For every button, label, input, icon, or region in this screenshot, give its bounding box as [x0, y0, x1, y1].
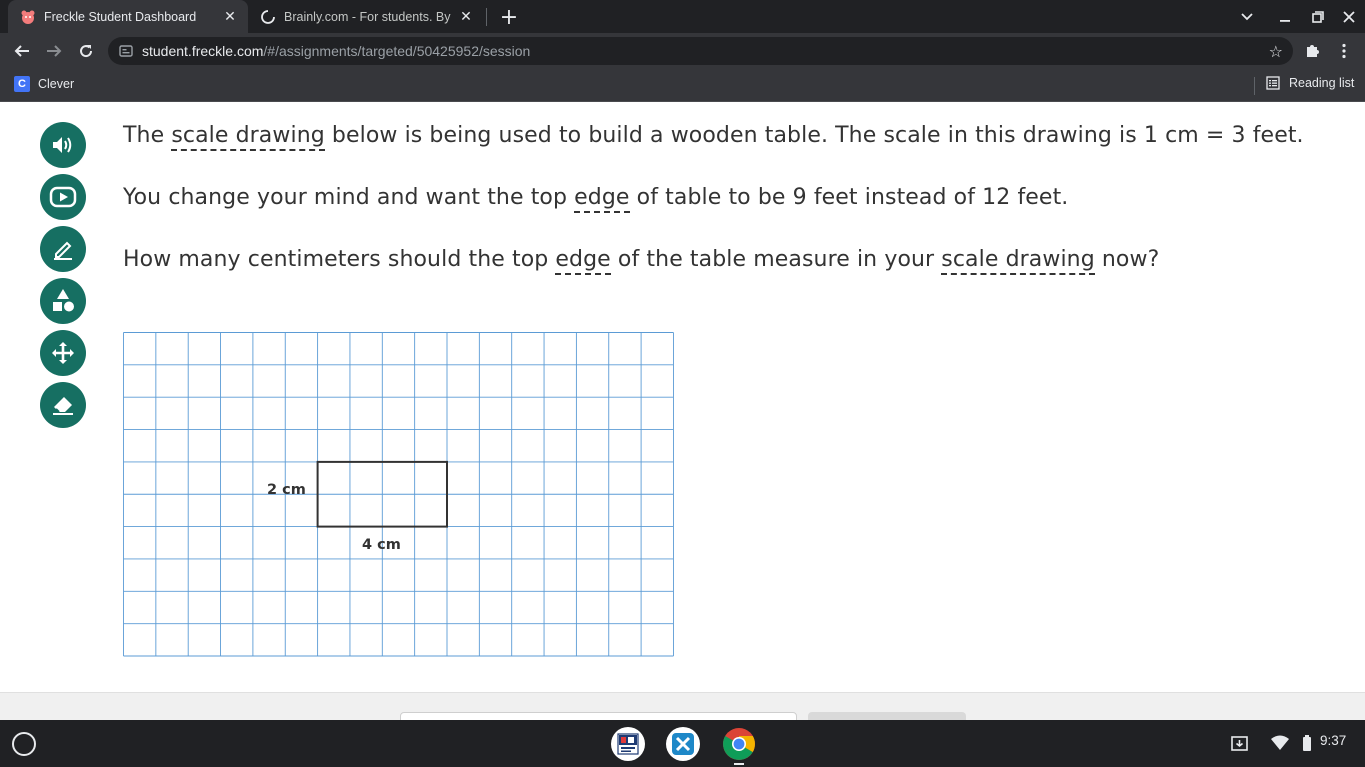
tab-search-chevron-icon[interactable] — [1234, 4, 1260, 30]
tab-strip: Freckle Student Dashboard ✕ Brainly.com … — [0, 0, 1365, 33]
tab-separator — [486, 8, 487, 26]
tab-title: Brainly.com - For students. By st — [284, 9, 454, 24]
question-text: now? — [1094, 247, 1160, 272]
pencil-icon — [51, 237, 75, 261]
close-tab-icon[interactable]: ✕ — [454, 5, 478, 29]
pencil-tool-button[interactable] — [40, 226, 86, 272]
bookmark-clever[interactable]: C Clever — [14, 76, 74, 92]
chrome-icon[interactable] — [722, 727, 756, 761]
new-tab-icon[interactable]: + — [496, 4, 522, 30]
graph-paper-grid — [123, 332, 674, 657]
bookmark-label: Clever — [38, 77, 75, 91]
restore-icon[interactable] — [1305, 4, 1331, 30]
browser-toolbar: student.freckle.com/#/assignments/target… — [0, 33, 1365, 69]
close-tab-icon[interactable]: ✕ — [218, 5, 242, 29]
clever-logo-icon: C — [14, 76, 30, 92]
reload-icon[interactable] — [72, 37, 100, 65]
nc-test-icon[interactable] — [611, 727, 645, 761]
address-bar[interactable]: student.freckle.com/#/assignments/target… — [108, 37, 1293, 65]
tab-freckle[interactable]: Freckle Student Dashboard ✕ — [8, 0, 248, 33]
move-tool-button[interactable] — [40, 330, 86, 376]
freckle-question-page: The scale drawing below is being used to… — [0, 102, 1365, 720]
eraser-icon — [50, 393, 76, 417]
speaker-icon — [51, 135, 75, 155]
vocab-term-edge[interactable]: edge — [555, 247, 611, 275]
question-text: How many centimeters should the top — [123, 247, 556, 272]
shapes-icon — [50, 288, 76, 314]
launcher-icon[interactable] — [12, 732, 36, 756]
active-app-indicator — [734, 763, 744, 765]
close-window-icon[interactable] — [1336, 4, 1362, 30]
reading-list-icon — [1266, 76, 1280, 90]
eraser-tool-button[interactable] — [40, 382, 86, 428]
shapes-tool-button[interactable] — [40, 278, 86, 324]
width-dimension-label: 4 cm — [362, 537, 401, 553]
submit-button[interactable] — [808, 712, 966, 720]
bookmarks-separator — [1254, 77, 1255, 95]
back-icon[interactable] — [8, 37, 36, 65]
vocab-term-scale-drawing[interactable]: scale drawing — [171, 123, 325, 151]
move-icon — [50, 340, 76, 366]
minimize-icon[interactable] — [1272, 4, 1298, 30]
scale-drawing-figure — [123, 332, 674, 661]
wifi-icon[interactable] — [1270, 735, 1290, 754]
height-dimension-label: 2 cm — [267, 482, 306, 498]
extensions-puzzle-icon[interactable] — [1298, 37, 1326, 65]
battery-icon[interactable] — [1303, 735, 1311, 754]
url-text: student.freckle.com/#/assignments/target… — [142, 43, 530, 59]
vocab-term-edge[interactable]: edge — [574, 185, 630, 213]
loading-spinner-icon — [260, 9, 276, 25]
clock-time[interactable]: 9:37 — [1320, 733, 1346, 748]
question-line-1: The scale drawing below is being used to… — [123, 123, 1304, 151]
reading-list-label: Reading list — [1289, 76, 1355, 90]
answer-input[interactable] — [400, 712, 797, 720]
tote-icon[interactable] — [1229, 734, 1249, 755]
tab-brainly[interactable]: Brainly.com - For students. By st ✕ — [252, 0, 484, 33]
reading-list-button[interactable]: Reading list — [1266, 76, 1354, 90]
bookmarks-bar: C Clever Reading list — [0, 69, 1365, 102]
url-path: /#/assignments/targeted/50425952/session — [263, 43, 531, 59]
question-line-3: How many centimeters should the top edge… — [123, 247, 1160, 275]
question-text: below is being used to build a wooden ta… — [324, 123, 1304, 148]
read-aloud-button[interactable] — [40, 122, 86, 168]
tab-title: Freckle Student Dashboard — [44, 9, 197, 24]
app-x-icon[interactable] — [666, 727, 700, 761]
question-text: of table to be 9 feet instead of 12 feet… — [629, 185, 1069, 210]
forward-icon[interactable] — [40, 37, 68, 65]
menu-kebab-icon[interactable] — [1330, 37, 1358, 65]
video-button[interactable] — [40, 174, 86, 220]
vocab-term-scale-drawing[interactable]: scale drawing — [941, 247, 1095, 275]
bookmark-star-icon[interactable]: ☆ — [1269, 42, 1283, 61]
question-text: The — [123, 123, 172, 148]
url-host: student.freckle.com — [142, 43, 264, 59]
play-video-icon — [49, 186, 77, 208]
question-text: of the table measure in your — [610, 247, 942, 272]
freckle-favicon-icon — [20, 9, 36, 25]
question-line-2: You change your mind and want the top ed… — [123, 185, 1069, 213]
question-text: You change your mind and want the top — [123, 185, 575, 210]
os-shelf: 9:37 — [0, 720, 1365, 767]
site-info-icon[interactable] — [118, 43, 134, 59]
